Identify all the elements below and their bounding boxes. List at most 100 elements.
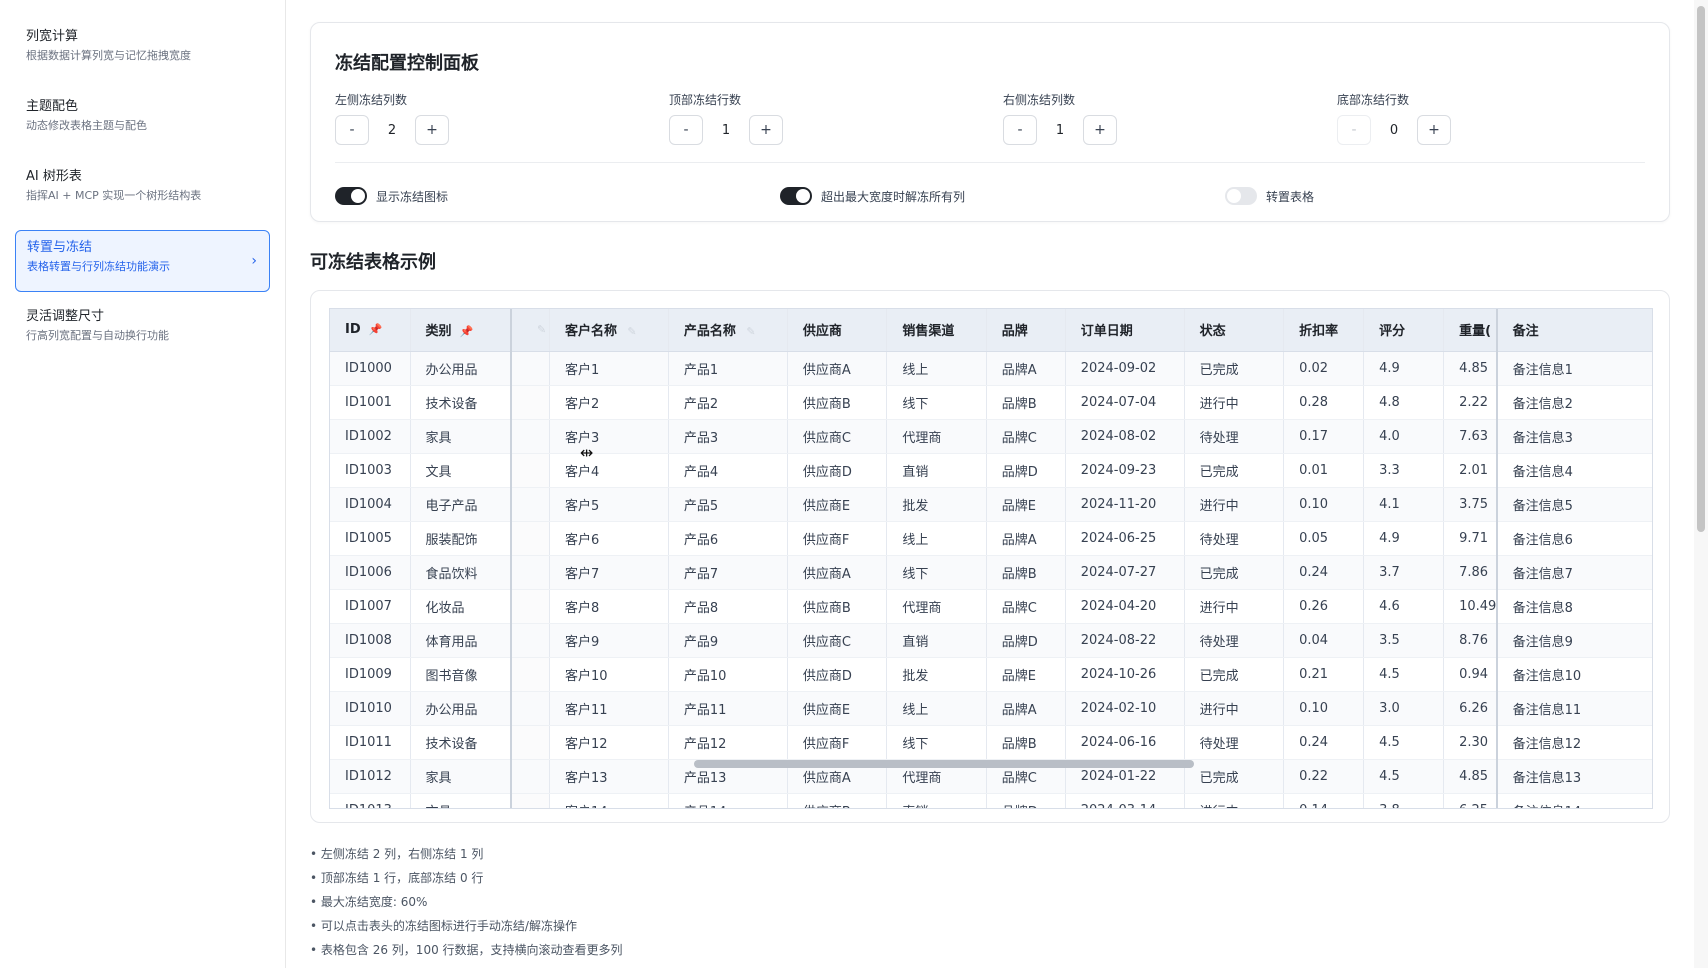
increment-button[interactable]: + [749,115,783,145]
table-row[interactable]: ID1003 文具 客户4 产品4 供应商D 直销 品牌D 2024-09-23 已完成 0.01… [330,453,1652,488]
pin-icon[interactable]: ✎ [625,325,639,338]
note-item: 左侧冻结 2 列，右侧冻结 1 列 [310,842,623,866]
page-scrollbar[interactable] [1694,0,1708,968]
table-row[interactable]: ID1007 化妆品 客户8 产品8 供应商B 代理商 品牌C 2024-04-20 进行中 0.… [330,589,1652,624]
col-header-weight[interactable]: 重量( [1443,309,1498,352]
table-cell: 供应商B [787,385,888,420]
table-row[interactable]: ID1011 技术设备 客户12 产品12 供应商F 线下 品牌B 2024-06-16 待处理… [330,725,1652,760]
table-cell: 4.0 [1363,419,1445,454]
col-header-label: 产品名称 [683,324,736,340]
table-cell: 待处理 [1184,623,1285,658]
col-header-channel[interactable]: 销售渠道 [886,309,987,352]
increment-button[interactable]: + [415,115,449,145]
table-row[interactable]: ID1004 电子产品 客户5 产品5 供应商E 批发 品牌E 2024-11-20 进行中 0.… [330,487,1652,522]
switch[interactable] [1225,187,1257,205]
toggle-show-freeze-icon[interactable]: 显示冻结图标 [335,187,448,205]
table-cell: 供应商C [787,419,888,454]
sidebar-item-title: 列宽计算 [26,29,79,44]
sidebar-item-desc: 行高列宽配置与自动换行功能 [26,329,169,342]
sidebar-item-title: 主题配色 [26,99,79,114]
table-cell: 2024-03-14 [1065,793,1185,808]
col-header-blank[interactable]: ✎ [510,309,550,352]
pin-icon[interactable]: 📌 [369,323,383,336]
table-cell: ID1012 [330,759,411,794]
switch[interactable] [780,187,812,205]
pin-icon[interactable]: ✎ [535,323,549,336]
toggle-unfreeze-overflow[interactable]: 超出最大宽度时解冻所有列 [780,187,965,205]
table-cell: 品牌A [986,351,1066,386]
table-viewport[interactable]: ID 📌 类别 📌 ✎ 客户名称 ✎ 产品名称 ✎ 供应商 销售渠道 品牌 订单日期 状… [329,308,1653,809]
table-cell: 品牌E [986,657,1066,692]
sidebar-item-column-width[interactable]: 列宽计算 根据数据计算列宽与记忆拖拽宽度 [15,20,270,82]
table-row[interactable]: ID1008 体育用品 客户9 产品9 供应商C 直销 品牌D 2024-08-22 待处理 0.… [330,623,1652,658]
increment-button[interactable]: + [1417,115,1451,145]
table-cell: 客户11 [549,691,669,726]
freezable-table: ID 📌 类别 📌 ✎ 客户名称 ✎ 产品名称 ✎ 供应商 销售渠道 品牌 订单日期 状… [330,309,1652,808]
bottom-freeze-stepper: - 0 + [1337,115,1451,145]
table-row[interactable]: ID1010 办公用品 客户11 产品11 供应商E 线上 品牌A 2024-02-10 进行中… [330,691,1652,726]
col-header-label: 客户名称 [564,324,617,340]
col-header-order-date[interactable]: 订单日期 [1065,309,1185,352]
col-header-status[interactable]: 状态 [1184,309,1285,352]
table-cell: 产品9 [668,623,788,658]
col-header-customer[interactable]: 客户名称 ✎ [549,309,669,352]
decrement-button[interactable]: - [1003,115,1037,145]
sidebar-item-transpose-freeze[interactable]: 转置与冻结 表格转置与行列冻结功能演示 › [15,230,270,292]
table-cell: 2024-04-20 [1065,589,1185,624]
note-item: 顶部冻结 1 行，底部冻结 0 行 [310,866,623,890]
table-cell: 3.7 [1363,555,1445,590]
table-row[interactable]: ID1001 技术设备 客户2 产品2 供应商B 线下 品牌B 2024-07-04 进行中 0.… [330,385,1652,420]
table-cell [510,521,550,556]
page-scrollbar-thumb[interactable] [1697,6,1705,532]
table-cell: 0.17 [1283,419,1365,454]
switch[interactable] [335,187,367,205]
col-header-supplier[interactable]: 供应商 [787,309,888,352]
table-cell [510,793,550,808]
table-body: ID1000 办公用品 客户1 产品1 供应商A 线上 品牌A 2024-09-02 已完成 0.… [330,351,1652,808]
table-cell: 备注信息1 [1495,351,1652,386]
decrement-button[interactable]: - [1337,115,1371,145]
table-cell: 备注信息8 [1495,589,1652,624]
decrement-button[interactable]: - [335,115,369,145]
table-cell: 0.14 [1283,793,1365,808]
table-cell: 家具 [410,759,512,794]
table-cell: 线下 [886,555,987,590]
increment-button[interactable]: + [1083,115,1117,145]
pin-icon[interactable]: 📌 [460,325,474,338]
col-header-product[interactable]: 产品名称 ✎ [668,309,788,352]
col-header-id[interactable]: ID 📌 [330,309,411,352]
col-header-rating[interactable]: 评分 [1363,309,1445,352]
table-cell: 0.04 [1283,623,1365,658]
sidebar-item-ai-tree[interactable]: AI 树形表 指挥AI + MCP 实现一个树形结构表 [15,160,270,222]
table-cell: 3.0 [1363,691,1445,726]
decrement-button[interactable]: - [669,115,703,145]
sidebar-item-theme[interactable]: 主题配色 动态修改表格主题与配色 [15,90,270,152]
table-row[interactable]: ID1013文具 客户14产品14供应商B直销品牌D2024-03-14进行中0.… [330,793,1652,808]
table-cell: 3.75 [1443,487,1498,522]
table-cell: 待处理 [1184,419,1285,454]
col-header-category[interactable]: 类别 📌 [410,309,512,352]
header-row: ID 📌 类别 📌 ✎ 客户名称 ✎ 产品名称 ✎ 供应商 销售渠道 品牌 订单日期 状… [330,309,1652,352]
table-cell: 4.85 [1443,351,1498,386]
table-row[interactable]: ID1009 图书音像 客户10 产品10 供应商D 批发 品牌E 2024-10-26 已完成… [330,657,1652,692]
bottom-freeze-control: 底部冻结行数 - 0 + [1337,91,1451,145]
toggle-transpose-table[interactable]: 转置表格 [1225,187,1314,205]
table-cell: 备注信息3 [1495,419,1652,454]
table-cell: 3.3 [1363,453,1445,488]
table-cell: 批发 [886,487,987,522]
table-cell: 客户12 [549,725,669,760]
col-header-brand[interactable]: 品牌 [986,309,1066,352]
table-cell: 客户5 [549,487,669,522]
pin-icon[interactable]: ✎ [744,325,758,338]
col-header-discount[interactable]: 折扣率 [1283,309,1365,352]
table-row[interactable]: ID1002 家具 客户3 产品3 供应商C 代理商 品牌C 2024-08-02 待处理 0.1… [330,419,1652,454]
table-row[interactable]: ID1005 服装配饰 客户6 产品6 供应商F 线上 品牌A 2024-06-25 待处理 0.… [330,521,1652,556]
col-header-remark[interactable]: 备注 [1495,309,1652,352]
table-row[interactable]: ID1000 办公用品 客户1 产品1 供应商A 线上 品牌A 2024-09-02 已完成 0.… [330,351,1652,386]
table-row[interactable]: ID1006 食品饮料 客户7 产品7 供应商A 线下 品牌B 2024-07-27 已完成 0.… [330,555,1652,590]
horizontal-scrollbar[interactable] [694,760,1194,768]
table-cell: ID1004 [330,487,411,522]
table-cell: 待处理 [1184,725,1285,760]
table-cell: 产品1 [668,351,788,386]
sidebar-item-resize[interactable]: 灵活调整尺寸 行高列宽配置与自动换行功能 [15,300,270,362]
